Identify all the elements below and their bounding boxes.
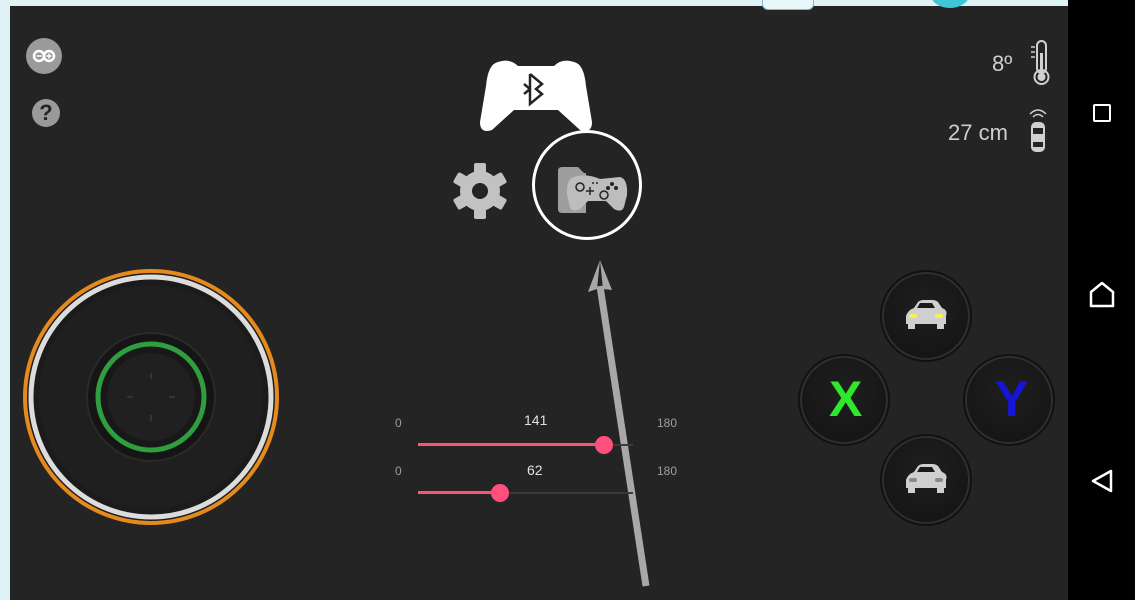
temperature-readout: 8º bbox=[992, 51, 1013, 76]
slider-2-max-label: 180 bbox=[657, 464, 678, 478]
car-icon bbox=[906, 464, 947, 493]
bluetooth-gamepad-icon[interactable] bbox=[478, 56, 594, 136]
background-window-edge bbox=[762, 0, 814, 10]
x-button[interactable]: X bbox=[800, 356, 888, 444]
distance-sensor-icon bbox=[1026, 106, 1050, 154]
slider-2-min-label: 0 bbox=[395, 464, 402, 478]
back-icon[interactable] bbox=[1090, 468, 1114, 494]
distance-readout: 27 cm bbox=[948, 120, 1008, 145]
slider-1-thumb[interactable] bbox=[595, 436, 613, 454]
y-button-label: Y bbox=[995, 371, 1029, 427]
arduino-logo-icon[interactable] bbox=[26, 38, 62, 74]
controller-folder-icon[interactable] bbox=[556, 165, 628, 215]
joystick[interactable] bbox=[22, 268, 280, 526]
car-headlights-icon bbox=[906, 300, 947, 329]
slider-2-value: 62 bbox=[527, 462, 543, 478]
slider-1-value: 141 bbox=[524, 412, 548, 428]
annotation-arrow bbox=[588, 260, 650, 587]
slider-1-min-label: 0 bbox=[395, 416, 402, 430]
y-button[interactable]: Y bbox=[965, 356, 1053, 444]
car-button[interactable] bbox=[882, 436, 970, 524]
slider-2-thumb[interactable] bbox=[491, 484, 509, 502]
slider-1-max-label: 180 bbox=[657, 416, 678, 430]
home-icon[interactable] bbox=[1088, 280, 1116, 308]
settings-gear-icon[interactable] bbox=[450, 161, 510, 221]
slider-2-fill bbox=[418, 491, 500, 494]
recent-apps-icon[interactable] bbox=[1093, 104, 1111, 122]
thermometer-icon bbox=[1030, 39, 1052, 87]
help-icon[interactable]: ? bbox=[32, 99, 60, 127]
headlights-button[interactable] bbox=[882, 272, 970, 360]
app-screen: ? 8º 27 cm 0 141 180 0 62 180 X Y bbox=[10, 6, 1068, 600]
slider-1-fill bbox=[418, 443, 603, 446]
android-navigation-bar bbox=[1068, 0, 1135, 600]
x-button-label: X bbox=[829, 371, 863, 427]
